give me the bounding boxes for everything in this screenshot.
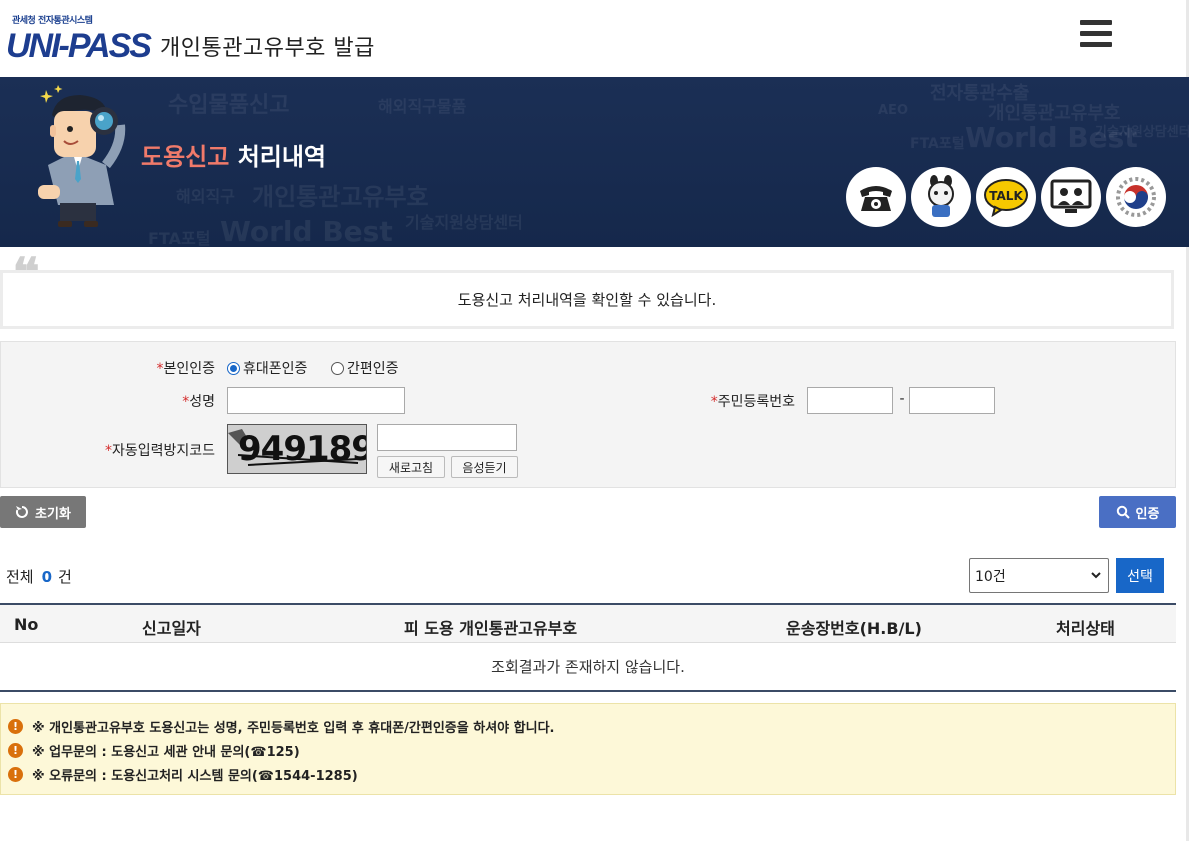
notice-text: 도용신고 처리내역을 확인할 수 있습니다. <box>457 291 717 309</box>
table-header: No 신고일자 피 도용 개인통관고유부호 운송장번호(H.B/L) 처리상태 <box>0 603 1176 643</box>
banner-bg-word: FTA포털 <box>910 136 965 152</box>
radio-dot[interactable] <box>331 361 344 375</box>
banner-bg-word: 해외직구 <box>176 187 235 206</box>
quick-icons: TALK <box>846 167 1166 227</box>
mascot-illustration <box>38 85 126 227</box>
banner-bg-word: FTA포털 <box>148 229 211 247</box>
col-report-date: 신고일자 <box>142 619 201 638</box>
select-button[interactable]: 선택 <box>1116 558 1164 593</box>
captcha-refresh-button[interactable]: 새로고침 <box>377 456 445 478</box>
info-text: ※ 개인통관고유부호 도용신고는 성명, 주민등록번호 입력 후 휴대폰/간편인… <box>32 720 555 736</box>
radio-phone-auth[interactable]: 휴대폰인증 <box>227 358 307 378</box>
captcha-input[interactable] <box>377 424 517 451</box>
results-table: No 신고일자 피 도용 개인통관고유부호 운송장번호(H.B/L) 처리상태 … <box>0 603 1176 692</box>
empty-message: 조회결과가 존재하지 않습니다. <box>491 658 685 676</box>
remote-support-icon[interactable] <box>1041 167 1101 227</box>
info-text: ※ 업무문의 : 도용신고 세관 안내 문의(☎125) <box>32 744 300 760</box>
banner-bg-word: 수입물품신고 <box>168 93 290 118</box>
unipass-logo[interactable]: UNI-PASS <box>6 26 152 66</box>
site-header: 관세청 전자통관시스템 UNI-PASS 개인통관고유부호 발급 <box>0 0 1189 77</box>
radio-phone-auth-label: 휴대폰인증 <box>243 361 308 377</box>
col-status: 처리상태 <box>1056 619 1115 638</box>
auth-label: *본인인증 <box>156 361 215 377</box>
auth-button-label: 인증 <box>1135 506 1160 522</box>
result-total: 전체 0 건 <box>6 566 72 587</box>
rrn-label: *주민등록번호 <box>710 394 795 410</box>
rrn-separator: - <box>899 391 905 407</box>
menu-icon[interactable] <box>1080 20 1112 50</box>
banner-bg-word: 기술지원상담센터 <box>1095 125 1189 140</box>
page-size-select[interactable]: 10건 <box>969 558 1109 593</box>
rrn-back-input[interactable] <box>909 387 995 414</box>
col-stolen-code: 피 도용 개인통관고유부호 <box>404 619 578 638</box>
banner-title: 도용신고 처리내역 <box>141 137 326 172</box>
captcha-image: 949189 <box>227 424 367 474</box>
col-no: No <box>14 615 39 634</box>
notice-box: 도용신고 처리내역을 확인할 수 있습니다. <box>0 270 1174 329</box>
refresh-icon <box>16 506 28 518</box>
search-icon <box>1116 505 1130 519</box>
warning-icon: ! <box>8 766 23 782</box>
page-size-value: 10건 <box>975 568 1006 585</box>
banner-bg-word: 개인통관고유부호 <box>252 183 429 211</box>
chatbot-icon[interactable] <box>911 167 971 227</box>
banner-title-accent: 도용신고 <box>141 143 230 171</box>
radio-simple-auth[interactable]: 간편인증 <box>331 358 399 378</box>
captcha-text: 949189 <box>238 429 367 469</box>
total-prefix: 전체 <box>6 568 34 586</box>
government-emblem-icon[interactable] <box>1106 167 1166 227</box>
banner-bg-word: AEO <box>878 103 908 118</box>
reset-button-label: 초기화 <box>35 506 71 522</box>
total-count: 0 <box>41 568 53 586</box>
info-text: ※ 오류문의 : 도용신고처리 시스템 문의(☎1544-1285) <box>32 768 358 784</box>
total-suffix: 건 <box>58 568 72 586</box>
page-banner: 수입물품신고 해외직구물품 전자통관수출 개인통관고유부호 World Best… <box>0 77 1189 247</box>
rrn-front-input[interactable] <box>807 387 893 414</box>
logo-caption: 관세청 전자통관시스템 <box>12 16 93 26</box>
banner-bg-word: 기술지원상담센터 <box>405 213 523 232</box>
info-box: ! ※ 개인통관고유부호 도용신고는 성명, 주민등록번호 입력 후 휴대폰/간… <box>0 703 1176 795</box>
col-waybill: 운송장번호(H.B/L) <box>786 619 922 638</box>
site-title: 개인통관고유부호 발급 <box>160 36 375 61</box>
phone-icon[interactable] <box>846 167 906 227</box>
warning-icon: ! <box>8 718 23 734</box>
page: 관세청 전자통관시스템 UNI-PASS 개인통관고유부호 발급 수입물품신고 … <box>0 0 1189 841</box>
banner-bg-word: 해외직구물품 <box>378 97 467 116</box>
warning-icon: ! <box>8 742 23 758</box>
search-form: *본인인증 휴대폰인증 간편인증 *성명 *주민등록번호 - *자동입력방지코드 <box>0 341 1176 488</box>
kakao-talk-label: TALK <box>989 189 1023 203</box>
captcha-label: *자동입력방지코드 <box>104 443 215 459</box>
radio-simple-auth-label: 간편인증 <box>347 361 399 377</box>
auth-button[interactable]: 인증 <box>1099 496 1176 528</box>
info-line: ! ※ 개인통관고유부호 도용신고는 성명, 주민등록번호 입력 후 휴대폰/간… <box>8 714 1175 738</box>
radio-dot-checked[interactable] <box>227 361 240 375</box>
name-label: *성명 <box>182 394 215 410</box>
info-line: ! ※ 오류문의 : 도용신고처리 시스템 문의(☎1544-1285) <box>8 762 1175 786</box>
kakao-talk-icon[interactable]: TALK <box>976 167 1036 227</box>
banner-title-rest: 처리내역 <box>237 143 327 171</box>
name-input[interactable] <box>227 387 405 414</box>
reset-button[interactable]: 초기화 <box>0 496 86 528</box>
captcha-audio-button[interactable]: 음성듣기 <box>451 456 518 478</box>
banner-bg-word: World Best <box>220 215 393 247</box>
chevron-down-icon <box>1091 572 1101 579</box>
info-line: ! ※ 업무문의 : 도용신고 세관 안내 문의(☎125) <box>8 738 1175 762</box>
table-empty-row: 조회결과가 존재하지 않습니다. <box>0 643 1176 692</box>
